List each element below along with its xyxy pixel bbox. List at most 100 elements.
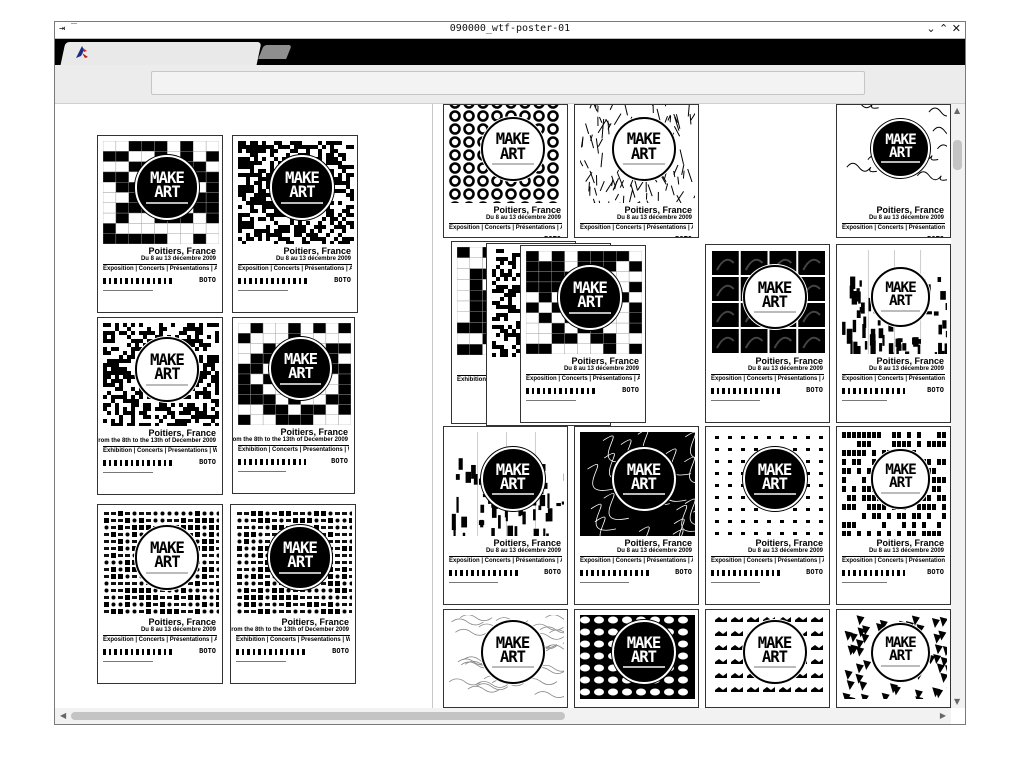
make-art-logo: MAKE ART <box>134 525 200 590</box>
scroll-up-icon[interactable]: ▲ <box>954 106 960 115</box>
poster-thumbnail[interactable]: MAKE ART Poitiers, France Du 8 au 13 décemb… <box>443 104 568 238</box>
poster-thumbnail[interactable]: MAKE ART Poitiers, France From the 8th to t… <box>232 317 355 494</box>
scroll-right-icon[interactable]: ▶ <box>940 711 946 720</box>
page-viewport[interactable]: MAKE ART Poitiers, France Du 8 au 13 décemb… <box>55 104 951 708</box>
poster-thumbnail[interactable]: MAKE ART <box>574 609 699 708</box>
browser-window: ⇥ ‾ 090000_wtf-poster-01 ⌄ ⌃ ✕ MAKE ART Po… <box>54 21 966 725</box>
poster-date: Du 8 au 13 décembre 2009 <box>868 548 944 554</box>
make-art-logo: MAKE ART <box>268 337 332 401</box>
boto-logo: BOTO <box>332 647 349 655</box>
poster-thumbnail[interactable]: MAKE ART Poitiers, France Du 8 au 13 décemb… <box>574 104 699 238</box>
make-art-logo: MAKE ART <box>870 449 931 509</box>
poster-thumbnail[interactable]: MAKE ART Poitiers, France Du 8 au 13 décemb… <box>836 104 951 238</box>
poster-date: Du 8 au 13 décembre 2009 <box>616 548 692 554</box>
poster-thumbnail[interactable]: MAKE ART Poitiers, France Du 8 au 13 décemb… <box>97 135 223 313</box>
horizontal-scrollbar[interactable]: ◀ ▶ <box>55 708 951 724</box>
logo-word-art: ART <box>630 648 657 667</box>
boto-logo: BOTO <box>675 568 692 576</box>
poster-program: Exhibition | Concerts | Presentations | … <box>236 635 350 643</box>
fine-print <box>580 582 630 583</box>
logo-word-art: ART <box>577 292 603 312</box>
poster-thumbnail[interactable]: MAKE ART Poitiers, France From the 8th to t… <box>230 504 356 684</box>
poster-program: Exposition | Concerts | Présentations | … <box>526 374 640 382</box>
poster-thumbnail[interactable]: MAKE ART Poitiers, France Du 8 au 13 décemb… <box>443 426 568 605</box>
make-art-logo: MAKE ART <box>870 118 931 179</box>
fine-print <box>103 290 153 291</box>
poster-thumbnail[interactable]: MAKE ART Poitiers, France Du 8 au 13 décemb… <box>705 244 830 423</box>
logo-word-art: ART <box>499 474 526 493</box>
logo-subtitle-lines <box>881 309 920 312</box>
logo-subtitle-lines <box>145 383 189 386</box>
poster-thumbnail[interactable]: MAKE ART Poitiers, France Du 8 au 13 décemb… <box>97 504 223 684</box>
fine-print <box>238 290 288 291</box>
boto-logo: BOTO <box>331 457 348 465</box>
poster-city: Poitiers, France <box>493 205 561 215</box>
address-bar[interactable] <box>151 71 865 95</box>
logo-word-art: ART <box>154 364 180 384</box>
poster-thumbnail[interactable]: MAKE ART Poitiers, France Du 8 au 13 décemb… <box>705 426 830 605</box>
make-art-logo: MAKE ART <box>480 446 545 511</box>
scroll-left-icon[interactable]: ◀ <box>60 711 66 720</box>
logo-subtitle-lines <box>881 491 920 494</box>
logo-subtitle-lines <box>145 571 189 574</box>
poster-city: Poitiers, France <box>624 538 692 548</box>
logo-subtitle-lines <box>881 665 920 668</box>
make-art-logo: MAKE ART <box>269 155 335 220</box>
logo-subtitle-lines <box>491 666 534 669</box>
make-art-logo: MAKE ART <box>611 116 676 181</box>
poster-program: Exposition | Concerts | Présentations | … <box>449 556 562 564</box>
logo-word-art: ART <box>499 144 526 163</box>
fine-print <box>103 661 153 662</box>
tab-active[interactable] <box>60 42 262 65</box>
favicon-icon <box>76 46 88 58</box>
scroll-down-icon[interactable]: ▼ <box>954 697 960 706</box>
boto-logo: BOTO <box>927 386 944 394</box>
boto-logo: BOTO <box>334 276 351 284</box>
sponsor-logos <box>526 388 596 394</box>
make-art-logo: MAKE ART <box>742 620 807 685</box>
poster-thumbnail[interactable]: MAKE ART Poitiers, France From the 8th to t… <box>97 317 223 495</box>
poster-date: From the 8th to the 13th of December 200… <box>232 437 348 443</box>
boto-logo: BOTO <box>927 235 944 237</box>
horizontal-scroll-thumb[interactable] <box>71 712 565 720</box>
boto-logo: BOTO <box>806 568 823 576</box>
poster-program: Exposition | Concerts | Présentations | … <box>842 374 945 382</box>
poster-program: Exposition | Concerts | Présentations | … <box>842 223 945 231</box>
toolbar <box>55 65 965 104</box>
poster-city: Poitiers, France <box>876 205 944 215</box>
logo-word-art: ART <box>889 474 913 491</box>
poster-thumbnail[interactable]: MAKE ART Poitiers, France Du 8 au 13 décemb… <box>836 426 951 605</box>
poster-thumbnail[interactable]: MAKE ART Poitiers, France Du 8 au 13 décemb… <box>836 244 951 423</box>
poster-city: Poitiers, France <box>876 356 944 366</box>
new-tab-button[interactable] <box>258 45 292 59</box>
logo-word-art: ART <box>761 648 788 667</box>
vertical-scroll-thumb[interactable] <box>953 140 962 170</box>
logo-subtitle-lines <box>279 382 322 385</box>
sponsor-logos <box>580 570 649 576</box>
vertical-scrollbar[interactable]: ▲ ▼ <box>951 104 965 708</box>
poster-date: Du 8 au 13 décembre 2009 <box>616 215 692 221</box>
fine-print <box>236 661 286 662</box>
sponsor-logos <box>238 278 308 284</box>
poster-thumbnail[interactable]: MAKE ART Poitiers, France Du 8 au 13 décemb… <box>232 135 358 313</box>
boto-logo: BOTO <box>199 647 216 655</box>
poster-thumbnail[interactable]: MAKE ART Poitiers, France Du 8 au 13 décemb… <box>520 245 646 423</box>
poster-thumbnail[interactable]: MAKE ART Poitiers, France Du 8 au 13 décemb… <box>574 426 699 605</box>
make-art-logo: MAKE ART <box>267 525 333 590</box>
column-divider <box>432 104 433 708</box>
sponsor-logos <box>711 570 780 576</box>
boto-logo: BOTO <box>544 235 561 237</box>
logo-subtitle-lines <box>280 201 324 204</box>
poster-thumbnail[interactable]: MAKE ART <box>836 609 951 708</box>
poster-thumbnail[interactable]: MAKE ART <box>443 609 568 708</box>
poster-date: Du 8 au 13 décembre 2009 <box>868 215 944 221</box>
poster-thumbnail[interactable]: MAKE ART <box>705 609 830 708</box>
boto-logo: BOTO <box>199 458 216 466</box>
title-bar[interactable]: ⇥ ‾ 090000_wtf-poster-01 ⌄ ⌃ ✕ <box>55 22 965 39</box>
poster-date: Du 8 au 13 décembre 2009 <box>275 256 351 262</box>
logo-subtitle-lines <box>753 492 796 495</box>
sponsor-logos <box>449 570 518 576</box>
fine-print <box>103 472 153 473</box>
poster-city: Poitiers, France <box>755 356 823 366</box>
window-controls[interactable]: ⌄ ⌃ ✕ <box>926 22 961 35</box>
